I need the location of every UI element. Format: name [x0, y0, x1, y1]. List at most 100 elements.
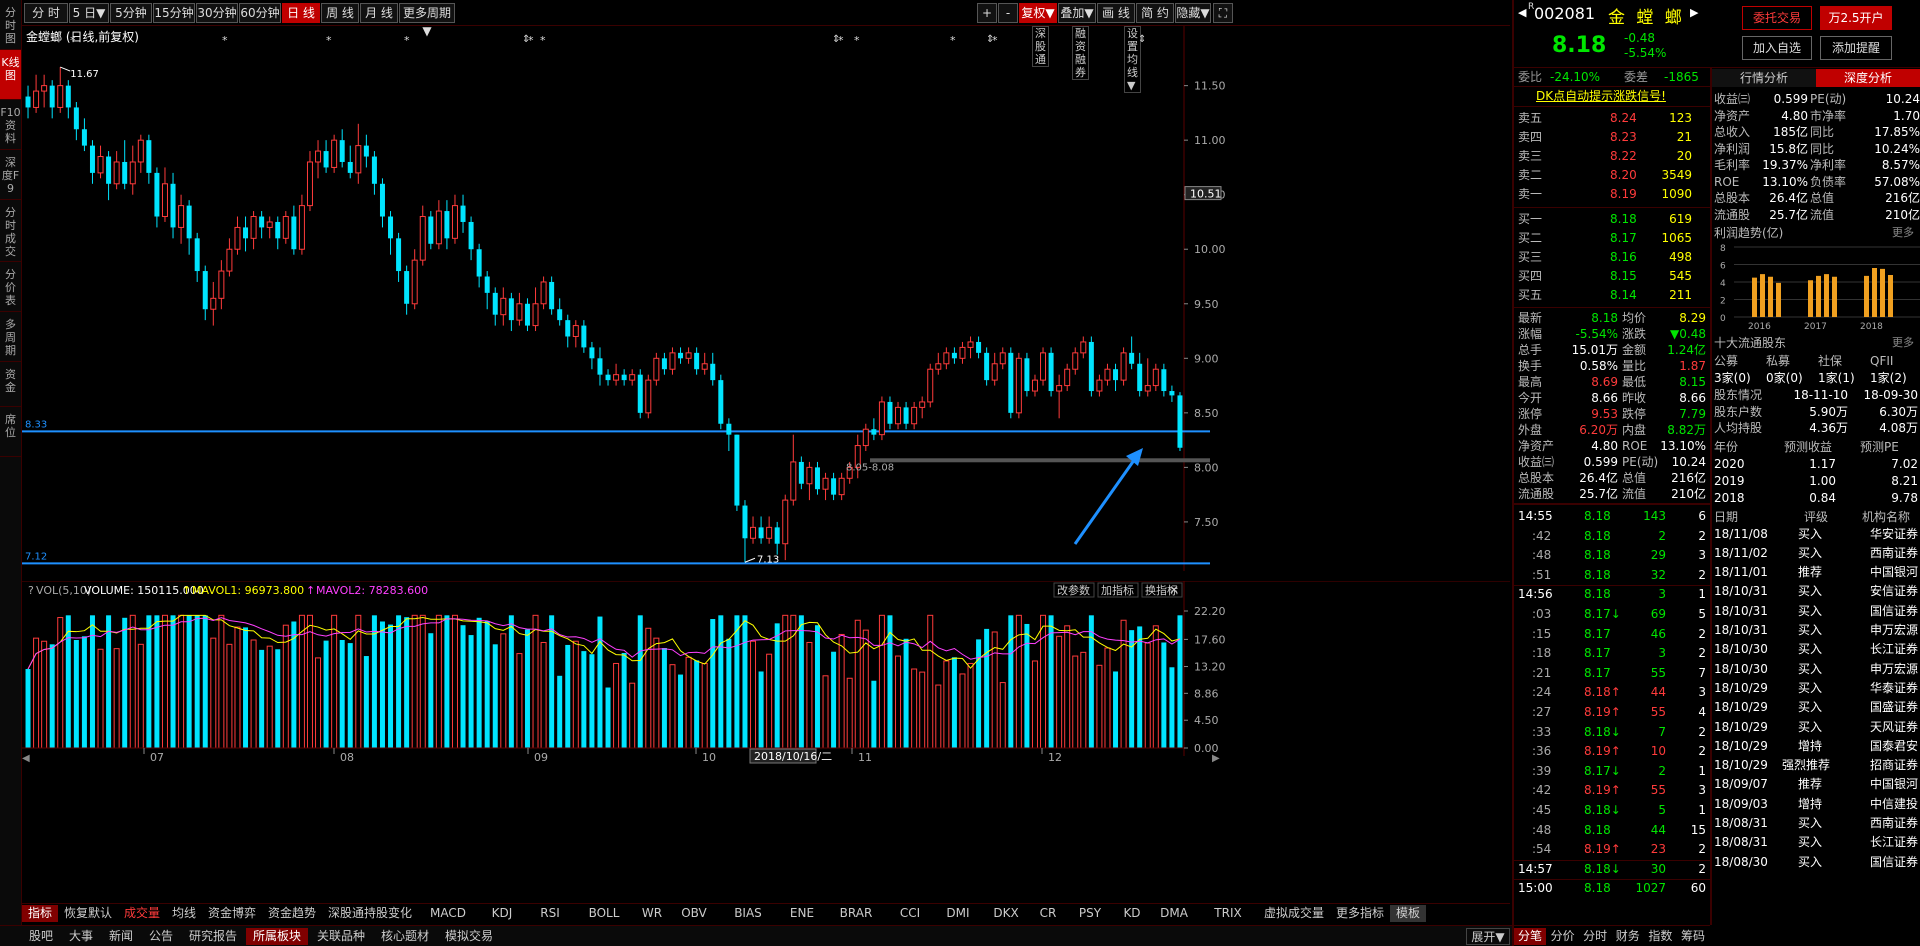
candle-body: [822, 477, 829, 490]
tick-volume: 44: [1650, 822, 1666, 837]
indicator-tab[interactable]: 更多指标: [1330, 905, 1390, 922]
right-tab[interactable]: 分笔: [1514, 928, 1546, 945]
right-tab[interactable]: 指数: [1644, 928, 1676, 945]
indicator-tab[interactable]: PSY: [1066, 905, 1114, 922]
candle-body: [613, 374, 620, 381]
status-tab[interactable]: 公告: [142, 928, 180, 945]
indicator-tab[interactable]: MACD: [418, 905, 478, 922]
analysis-tab[interactable]: 行情分析: [1712, 69, 1816, 87]
eps-head: 年份: [1714, 439, 1739, 454]
indicator-tab[interactable]: DMI: [934, 905, 982, 922]
profit-bar: [1832, 276, 1837, 317]
status-tab[interactable]: 所属板块: [246, 928, 308, 945]
toolbar-right-button[interactable]: 简 约: [1136, 3, 1174, 23]
toolbar-right-button[interactable]: -: [998, 3, 1018, 23]
sidebar-item[interactable]: 席位: [0, 407, 21, 457]
volume-chart[interactable]: ? VOL(5,10)VOLUME: 150115.000↑ MAVOL1: 969…: [22, 581, 1510, 921]
candle-body: [363, 145, 369, 157]
indicator-tab[interactable]: CR: [1030, 905, 1066, 922]
toolbar-right-button[interactable]: 隐藏▼: [1175, 3, 1211, 23]
period-button[interactable]: 周 线: [321, 3, 359, 23]
period-button[interactable]: 5分钟: [110, 3, 152, 23]
fullscreen-icon[interactable]: ⛶: [1213, 3, 1233, 23]
indicator-tab[interactable]: 虚拟成交量: [1258, 905, 1330, 922]
right-arrow-right-icon[interactable]: ▶: [1690, 6, 1698, 19]
volume-bar: [282, 624, 289, 749]
period-button[interactable]: 更多周期▼: [399, 3, 455, 38]
toolbar-right-button[interactable]: 叠加▼: [1058, 3, 1096, 23]
trade-button[interactable]: 委托交易: [1742, 6, 1812, 30]
tick-time: :18: [1532, 646, 1552, 661]
quote-label: 涨停: [1518, 407, 1543, 421]
indicator-tab[interactable]: RSI: [526, 905, 574, 922]
sidebar-item[interactable]: 分时图: [0, 0, 21, 50]
right-tab[interactable]: 分时: [1579, 928, 1611, 945]
indicator-tab[interactable]: 成交量: [118, 905, 166, 922]
indicator-tab[interactable]: OBV: [670, 905, 718, 922]
indicator-tab[interactable]: 模板: [1390, 905, 1426, 922]
candle-body: [951, 352, 957, 359]
tick-time: :51: [1532, 567, 1552, 582]
indicator-tab[interactable]: KD: [1114, 905, 1150, 922]
right-tab[interactable]: 筹码: [1677, 928, 1709, 945]
indicator-tab[interactable]: 指标: [22, 905, 58, 922]
status-tab[interactable]: 核心题材: [374, 928, 436, 945]
toolbar-right-button[interactable]: +: [977, 3, 997, 23]
toolbar-right-button[interactable]: 画 线: [1097, 3, 1135, 23]
sidebar-item[interactable]: 分价表: [0, 262, 21, 312]
status-tab[interactable]: 新闻: [102, 928, 140, 945]
right-arrow-left-icon[interactable]: ◀: [1518, 6, 1526, 19]
add-favorite-button[interactable]: 加入自选: [1742, 36, 1812, 60]
indicator-tab[interactable]: BIAS: [718, 905, 778, 922]
sidebar-item[interactable]: 分时成交: [0, 200, 21, 262]
dk-signal-link[interactable]: DK点自动提示涨跌信号!: [1536, 88, 1666, 104]
status-tab[interactable]: 关联品种: [310, 928, 372, 945]
status-tab[interactable]: 研究报告: [182, 928, 244, 945]
indicator-tab[interactable]: ENE: [778, 905, 826, 922]
indicator-tab[interactable]: DKX: [982, 905, 1030, 922]
indicator-tab[interactable]: 均线: [166, 905, 202, 922]
candlestick-chart[interactable]: 11.5011.0010.5010.009.509.008.508.007.50…: [22, 26, 1510, 571]
status-tab[interactable]: 大事: [62, 928, 100, 945]
indicator-tab[interactable]: 资金趋势: [262, 905, 322, 922]
period-button[interactable]: 60分钟: [239, 3, 281, 23]
period-button[interactable]: 日 线: [282, 3, 320, 23]
add-alert-button[interactable]: 添加提醒: [1820, 36, 1892, 60]
indicator-tab[interactable]: BOLL: [574, 905, 634, 922]
sidebar-item[interactable]: 深度F9: [0, 150, 21, 200]
analysis-tab[interactable]: 深度分析: [1816, 69, 1920, 87]
quote-label: 最新: [1518, 311, 1543, 325]
candle-body: [1144, 385, 1151, 392]
expand-button[interactable]: 展开▼: [1466, 928, 1510, 945]
open-account-button[interactable]: 万2.5开户: [1820, 6, 1892, 30]
indicator-tab[interactable]: KDJ: [478, 905, 526, 922]
gap-zone: [870, 458, 1210, 463]
period-button[interactable]: 30分钟: [196, 3, 238, 23]
indicator-tab[interactable]: BRAR: [826, 905, 886, 922]
sidebar-item[interactable]: K线图: [0, 50, 21, 100]
candle-body: [661, 358, 667, 370]
fin-value: 13.10%: [1762, 174, 1808, 189]
indicator-tab[interactable]: 恢复默认: [58, 905, 118, 922]
toolbar-right-button[interactable]: 复权▼: [1019, 3, 1057, 23]
period-button[interactable]: 5 日▼: [69, 3, 109, 23]
hold-row-label: 人均持股: [1714, 421, 1763, 435]
indicator-tab[interactable]: 深股通持股变化: [322, 905, 418, 922]
indicator-tab[interactable]: TRIX: [1198, 905, 1258, 922]
sidebar-item[interactable]: 资金: [0, 362, 21, 407]
indicator-tab[interactable]: 资金博弈: [202, 905, 262, 922]
indicator-tab[interactable]: DMA: [1150, 905, 1198, 922]
status-tab[interactable]: 股吧: [22, 928, 60, 945]
period-button[interactable]: 月 线: [360, 3, 398, 23]
volume-bar: [846, 677, 853, 749]
sidebar-item[interactable]: F10资料: [0, 100, 21, 150]
status-tab[interactable]: 模拟交易: [438, 928, 500, 945]
right-tab[interactable]: 财务: [1612, 928, 1644, 945]
sidebar-item[interactable]: 多周期: [0, 312, 21, 362]
candle-body: [122, 161, 128, 184]
right-tab[interactable]: 分价: [1547, 928, 1579, 945]
indicator-tab[interactable]: WR: [634, 905, 670, 922]
period-button[interactable]: 分 时: [24, 3, 68, 23]
period-button[interactable]: 15分钟: [153, 3, 195, 23]
indicator-tab[interactable]: CCI: [886, 905, 934, 922]
